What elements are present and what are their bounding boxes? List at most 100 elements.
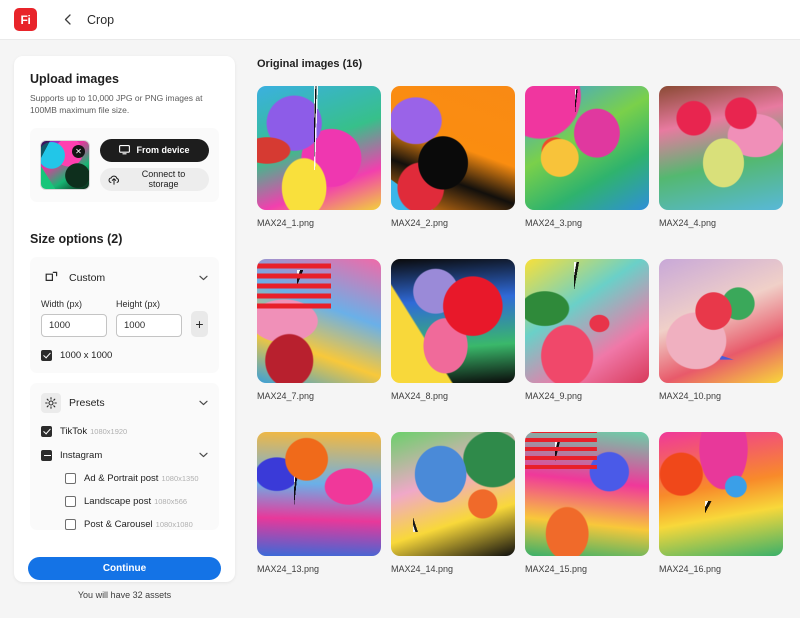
- preset-label: Ad & Portrait post: [84, 473, 158, 484]
- presets-header[interactable]: Presets: [41, 393, 208, 413]
- size-options-section: Size options (2) Custom: [14, 216, 235, 544]
- image-thumbnail[interactable]: [659, 86, 783, 210]
- selected-size-label: 1000 x 1000: [60, 350, 112, 361]
- preset-row[interactable]: Landscape post1080x566: [41, 496, 208, 507]
- gallery-title: Original images (16): [257, 58, 790, 70]
- image-filename: MAX24_4.png: [659, 218, 783, 228]
- image-cell[interactable]: MAX24_1.png: [257, 86, 381, 228]
- image-thumbnail[interactable]: [659, 432, 783, 556]
- image-filename: MAX24_7.png: [257, 391, 381, 401]
- chevron-down-icon[interactable]: [199, 398, 208, 408]
- image-filename: MAX24_16.png: [659, 564, 783, 574]
- image-filename: MAX24_1.png: [257, 218, 381, 228]
- selected-size-checkbox-row[interactable]: 1000 x 1000: [41, 350, 208, 361]
- image-thumbnail[interactable]: [391, 86, 515, 210]
- presets-label: Presets: [69, 397, 191, 409]
- image-thumbnail[interactable]: [659, 259, 783, 383]
- presets-card: Presets TikTok1080x1920 Instagram Ad & Por…: [30, 383, 219, 530]
- chevron-down-icon[interactable]: [199, 273, 208, 283]
- height-field-group: Height (px): [116, 299, 182, 337]
- image-cell[interactable]: MAX24_14.png: [391, 432, 515, 574]
- image-cell[interactable]: MAX24_15.png: [525, 432, 649, 574]
- upload-dropzone[interactable]: ✕ From device: [30, 128, 219, 202]
- gear-icon: [41, 393, 61, 413]
- preset-row[interactable]: Ad & Portrait post1080x1350: [41, 473, 208, 484]
- image-cell[interactable]: MAX24_7.png: [257, 259, 381, 401]
- preset-row[interactable]: Instagram: [41, 450, 208, 461]
- from-device-label: From device: [136, 145, 189, 155]
- custom-size-header[interactable]: Custom: [41, 268, 208, 288]
- panel-footer: Continue You will have 32 assets: [14, 544, 235, 614]
- width-input[interactable]: [41, 314, 107, 337]
- image-filename: MAX24_10.png: [659, 391, 783, 401]
- page-title: Crop: [87, 13, 114, 27]
- image-filename: MAX24_3.png: [525, 218, 649, 228]
- selected-size-checkbox[interactable]: [41, 350, 52, 361]
- preset-dimensions: 1080x566: [154, 497, 187, 506]
- back-button[interactable]: [59, 9, 75, 31]
- image-thumbnail[interactable]: [257, 432, 381, 556]
- dimension-fields: Width (px) Height (px) +: [41, 299, 208, 337]
- preset-label-group: Landscape post1080x566: [84, 496, 208, 507]
- upload-title: Upload images: [30, 72, 219, 86]
- image-thumbnail[interactable]: [257, 86, 381, 210]
- image-thumbnail[interactable]: [391, 259, 515, 383]
- image-cell[interactable]: MAX24_10.png: [659, 259, 783, 401]
- preset-checkbox[interactable]: [41, 426, 52, 437]
- image-filename: MAX24_15.png: [525, 564, 649, 574]
- cloud-upload-icon: [108, 174, 120, 185]
- preset-checkbox[interactable]: [65, 496, 76, 507]
- image-thumbnail[interactable]: [525, 432, 649, 556]
- uploaded-thumbnail[interactable]: ✕: [40, 140, 90, 190]
- preset-dimensions: 1080x1080: [156, 520, 193, 529]
- add-size-button[interactable]: +: [191, 311, 208, 337]
- preset-dimensions: 1080x1920: [90, 427, 127, 436]
- preset-checkbox[interactable]: [41, 450, 52, 461]
- image-filename: MAX24_13.png: [257, 564, 381, 574]
- preset-row[interactable]: TikTok1080x1920: [41, 426, 208, 437]
- image-cell[interactable]: MAX24_2.png: [391, 86, 515, 228]
- preset-dimensions: 1080x1350: [161, 474, 198, 483]
- preset-label-group: Ad & Portrait post1080x1350: [84, 473, 208, 484]
- image-filename: MAX24_2.png: [391, 218, 515, 228]
- monitor-icon: [119, 145, 130, 155]
- preset-label-group: Instagram: [60, 450, 191, 461]
- height-label: Height (px): [116, 299, 182, 309]
- image-thumbnail[interactable]: [391, 432, 515, 556]
- custom-size-label: Custom: [69, 272, 191, 284]
- image-thumbnail[interactable]: [525, 259, 649, 383]
- image-cell[interactable]: MAX24_3.png: [525, 86, 649, 228]
- image-grid: MAX24_1.png MAX24_2.png MAX24_3.png MAX24_4…: [257, 86, 790, 574]
- image-cell[interactable]: MAX24_4.png: [659, 86, 783, 228]
- image-cell[interactable]: MAX24_9.png: [525, 259, 649, 401]
- image-thumbnail[interactable]: [525, 86, 649, 210]
- preset-label: Instagram: [60, 450, 102, 461]
- workspace: Upload images Supports up to 10,000 JPG …: [0, 40, 800, 618]
- remove-image-icon[interactable]: ✕: [72, 145, 85, 158]
- gallery-section: Original images (16) MAX24_1.png MAX24_2.…: [257, 56, 790, 618]
- continue-button[interactable]: Continue: [28, 557, 221, 580]
- image-thumbnail[interactable]: [257, 259, 381, 383]
- preset-row[interactable]: Post & Carousel1080x1080: [41, 519, 208, 530]
- preset-checkbox[interactable]: [65, 519, 76, 530]
- width-field-group: Width (px): [41, 299, 107, 337]
- from-device-button[interactable]: From device: [100, 139, 209, 162]
- custom-size-card: Custom Width (px) Height (px): [30, 257, 219, 373]
- image-filename: MAX24_8.png: [391, 391, 515, 401]
- image-cell[interactable]: MAX24_13.png: [257, 432, 381, 574]
- connect-storage-button[interactable]: Connect to storage: [100, 168, 209, 191]
- chevron-left-icon: [64, 14, 71, 25]
- upload-description: Supports up to 10,000 JPG or PNG images …: [30, 92, 219, 117]
- preset-label: TikTok: [60, 426, 87, 437]
- assets-note: You will have 32 assets: [28, 590, 221, 600]
- firefly-logo[interactable]: Fi: [14, 8, 37, 31]
- image-cell[interactable]: MAX24_8.png: [391, 259, 515, 401]
- image-cell[interactable]: MAX24_16.png: [659, 432, 783, 574]
- crop-resize-icon: [41, 268, 61, 288]
- top-bar: Fi Crop: [0, 0, 800, 40]
- chevron-down-icon[interactable]: [199, 450, 208, 460]
- image-filename: MAX24_14.png: [391, 564, 515, 574]
- settings-panel: Upload images Supports up to 10,000 JPG …: [14, 56, 235, 582]
- height-input[interactable]: [116, 314, 182, 337]
- preset-checkbox[interactable]: [65, 473, 76, 484]
